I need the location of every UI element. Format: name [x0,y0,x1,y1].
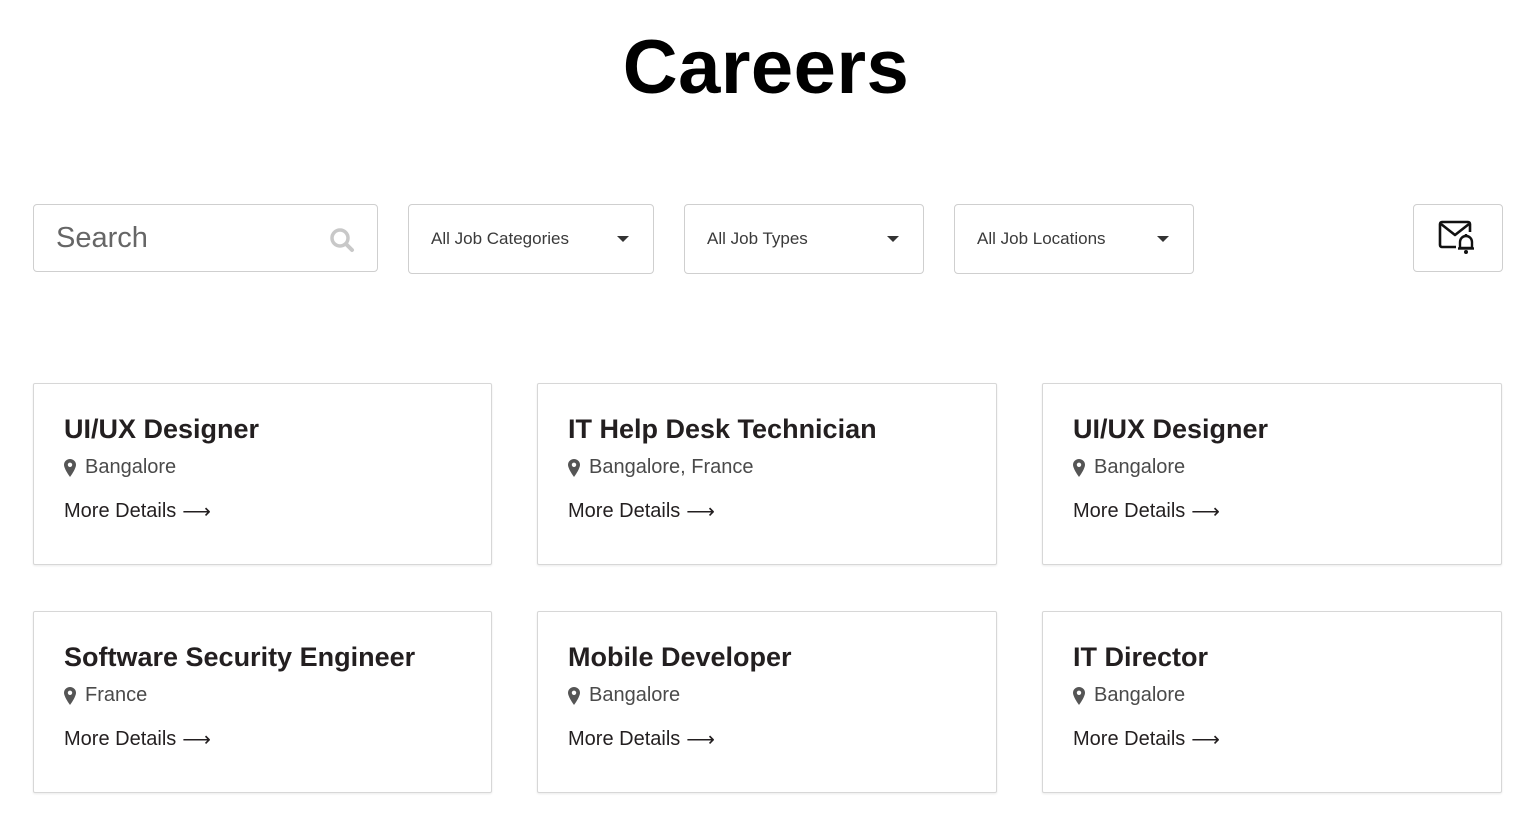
job-categories-label: All Job Categories [431,229,569,248]
arrow-right-icon: ⟶ [686,501,715,523]
job-title[interactable]: Mobile Developer [568,640,966,674]
job-title[interactable]: Software Security Engineer [64,640,461,674]
job-location: Bangalore, France [568,456,966,479]
job-card[interactable]: UI/UX Designer Bangalore More Details ⟶ [1042,383,1502,565]
arrow-right-icon: ⟶ [182,501,211,523]
job-card[interactable]: IT Director Bangalore More Details ⟶ [1042,611,1502,793]
map-pin-icon [568,686,580,705]
job-card[interactable]: UI/UX Designer Bangalore More Details ⟶ [33,383,492,565]
job-card[interactable]: Software Security Engineer France More D… [33,611,492,793]
job-types-select[interactable]: All Job Types [684,204,924,274]
map-pin-icon [64,686,76,705]
job-types-label: All Job Types [707,229,808,248]
arrow-right-icon: ⟶ [1191,501,1220,523]
job-location: Bangalore [1073,456,1471,479]
more-details-label: More Details [64,728,177,750]
arrow-right-icon: ⟶ [686,729,715,751]
job-location-text: Bangalore [1094,684,1186,706]
map-pin-icon [568,458,580,477]
page-title: Careers [622,25,910,110]
search-input[interactable] [34,205,377,271]
more-details-link[interactable]: More Details ⟶ [568,499,715,524]
arrow-right-icon: ⟶ [182,729,211,751]
job-location-text: Bangalore [589,684,681,706]
job-location-text: Bangalore, France [589,456,754,478]
more-details-label: More Details [1073,728,1186,750]
more-details-label: More Details [64,500,177,522]
job-location: Bangalore [64,456,461,479]
job-title[interactable]: UI/UX Designer [64,412,461,446]
more-details-link[interactable]: More Details ⟶ [1073,727,1220,752]
job-title[interactable]: IT Director [1073,640,1471,674]
job-locations-label: All Job Locations [977,229,1106,248]
search-icon[interactable] [329,227,355,253]
mail-bell-icon [1438,220,1474,254]
job-location-text: Bangalore [1094,456,1186,478]
more-details-link[interactable]: More Details ⟶ [64,727,211,752]
map-pin-icon [64,458,76,477]
more-details-link[interactable]: More Details ⟶ [568,727,715,752]
map-pin-icon [1073,686,1085,705]
more-details-label: More Details [568,500,681,522]
chevron-down-icon [887,236,899,242]
job-alert-button[interactable] [1413,204,1503,272]
job-location: Bangalore [1073,684,1471,707]
more-details-link[interactable]: More Details ⟶ [64,499,211,524]
chevron-down-icon [617,236,629,242]
job-categories-select[interactable]: All Job Categories [408,204,654,274]
job-title[interactable]: UI/UX Designer [1073,412,1471,446]
job-location: France [64,684,461,707]
job-card[interactable]: IT Help Desk Technician Bangalore, Franc… [537,383,997,565]
more-details-link[interactable]: More Details ⟶ [1073,499,1220,524]
job-locations-select[interactable]: All Job Locations [954,204,1194,274]
job-location: Bangalore [568,684,966,707]
search-box[interactable] [33,204,378,272]
job-location-text: France [85,684,148,706]
chevron-down-icon [1157,236,1169,242]
map-pin-icon [1073,458,1085,477]
more-details-label: More Details [1073,500,1186,522]
job-location-text: Bangalore [85,456,177,478]
arrow-right-icon: ⟶ [1191,729,1220,751]
job-title[interactable]: IT Help Desk Technician [568,412,966,446]
more-details-label: More Details [568,728,681,750]
job-card[interactable]: Mobile Developer Bangalore More Details ⟶ [537,611,997,793]
